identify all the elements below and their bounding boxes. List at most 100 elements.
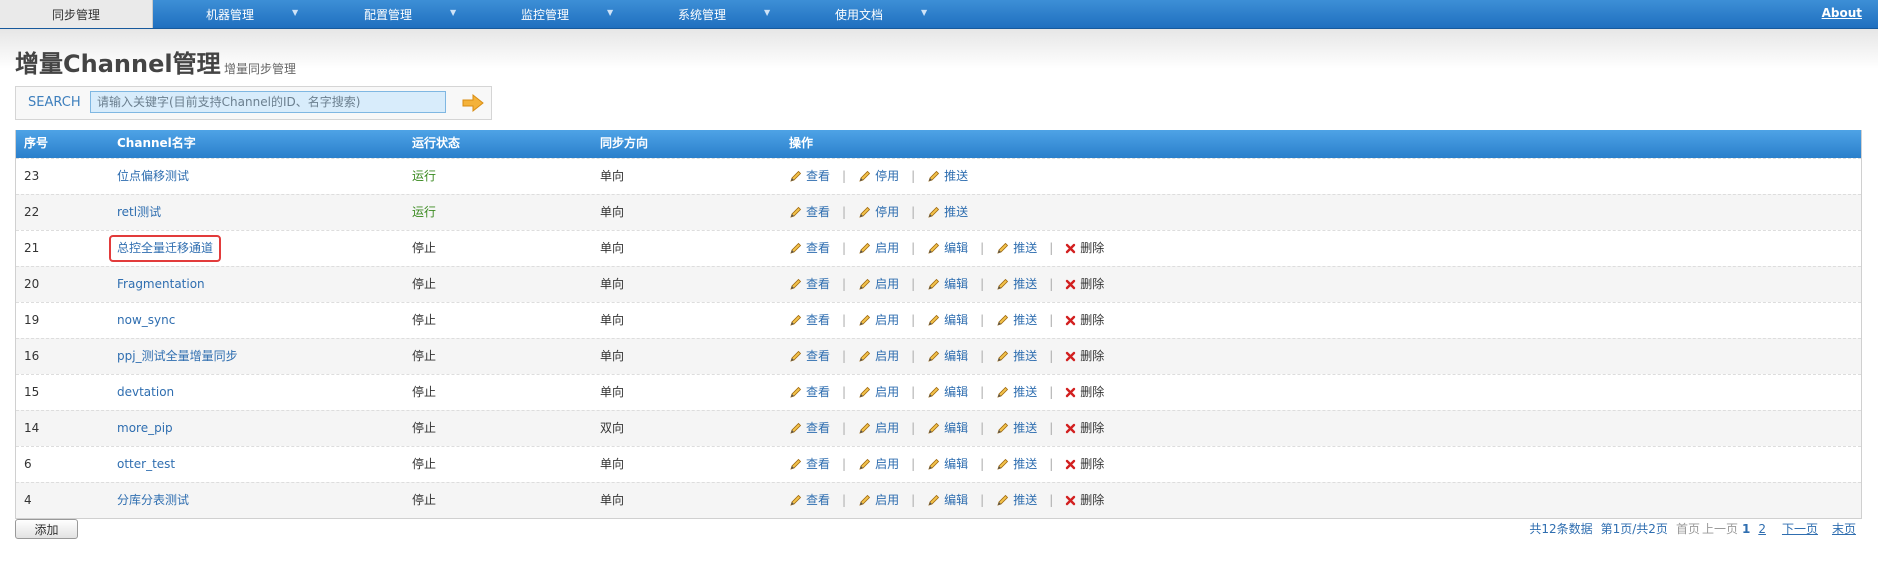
view-button[interactable]: 查看 <box>789 339 830 374</box>
edit-button[interactable]: 编辑 <box>927 231 968 266</box>
enable-label: 启用 <box>875 385 900 399</box>
channel-name-link[interactable]: 分库分表测试 <box>117 483 189 518</box>
edit-button[interactable]: 编辑 <box>927 447 968 482</box>
push-button[interactable]: 推送 <box>996 375 1037 410</box>
edit-button[interactable]: 编辑 <box>927 267 968 302</box>
view-button[interactable]: 查看 <box>789 231 830 266</box>
nav-tab-machine[interactable]: 机器管理 <box>168 0 292 28</box>
push-button[interactable]: 推送 <box>996 303 1037 338</box>
channel-name-link[interactable]: Fragmentation <box>117 267 205 302</box>
channel-name-link[interactable]: retl测试 <box>117 195 161 230</box>
disable-button[interactable]: 停用 <box>858 195 899 230</box>
enable-button[interactable]: 启用 <box>858 447 899 482</box>
channel-name-link[interactable]: 位点偏移测试 <box>117 159 189 194</box>
view-button[interactable]: 查看 <box>789 447 830 482</box>
pager-next[interactable]: 下一页 <box>1782 519 1818 539</box>
edit-pencil-icon <box>996 422 1013 435</box>
edit-label: 编辑 <box>944 385 969 399</box>
delete-button[interactable]: 删除 <box>1065 231 1104 266</box>
table-row: 4 分库分表测试 停止 单向 查看 | 启用 | 编辑 | 推送 | 删除 <box>16 482 1861 518</box>
nav-tab-sync[interactable]: 同步管理 <box>0 0 153 28</box>
enable-button[interactable]: 启用 <box>858 303 899 338</box>
edit-pencil-icon <box>789 170 806 183</box>
edit-button[interactable]: 编辑 <box>927 339 968 374</box>
view-button[interactable]: 查看 <box>789 159 830 194</box>
edit-button[interactable]: 编辑 <box>927 375 968 410</box>
table-row: 14 more_pip 停止 双向 查看 | 启用 | 编辑 | 推送 | 删除 <box>16 410 1861 446</box>
push-button[interactable]: 推送 <box>927 159 968 194</box>
edit-button[interactable]: 编辑 <box>927 411 968 446</box>
enable-button[interactable]: 启用 <box>858 339 899 374</box>
delete-button[interactable]: 删除 <box>1065 447 1104 482</box>
op-separator: | <box>1049 421 1054 435</box>
channel-name-link[interactable]: 总控全量迁移通道 <box>109 235 222 262</box>
edit-label: 编辑 <box>944 277 969 291</box>
view-button[interactable]: 查看 <box>789 483 830 518</box>
edit-pencil-icon <box>996 386 1013 399</box>
view-button[interactable]: 查看 <box>789 375 830 410</box>
channel-name-link[interactable]: devtation <box>117 375 174 410</box>
op-separator: | <box>842 313 847 327</box>
push-button[interactable]: 推送 <box>996 267 1037 302</box>
pager-page-2[interactable]: 2 <box>1758 519 1766 539</box>
enable-button[interactable]: 启用 <box>858 483 899 518</box>
push-button[interactable]: 推送 <box>996 483 1037 518</box>
nav-tab-monitor[interactable]: 监控管理 <box>483 0 607 28</box>
disable-button[interactable]: 停用 <box>858 159 899 194</box>
add-button[interactable]: 添加 <box>15 519 78 539</box>
channel-name-link[interactable]: otter_test <box>117 447 175 482</box>
cell-direction: 单向 <box>600 169 625 183</box>
enable-button[interactable]: 启用 <box>858 267 899 302</box>
channel-name-link[interactable]: now_sync <box>117 303 175 338</box>
push-button[interactable]: 推送 <box>996 339 1037 374</box>
op-separator: | <box>980 457 985 471</box>
enable-button[interactable]: 启用 <box>858 231 899 266</box>
edit-pencil-icon <box>858 206 875 219</box>
push-label: 推送 <box>1013 313 1038 327</box>
view-button[interactable]: 查看 <box>789 195 830 230</box>
delete-button[interactable]: 删除 <box>1065 339 1104 374</box>
delete-button[interactable]: 删除 <box>1065 267 1104 302</box>
enable-button[interactable]: 启用 <box>858 375 899 410</box>
delete-button[interactable]: 删除 <box>1065 483 1104 518</box>
push-label: 推送 <box>1013 385 1038 399</box>
edit-pencil-icon <box>858 170 875 183</box>
edit-button[interactable]: 编辑 <box>927 303 968 338</box>
view-label: 查看 <box>806 169 831 183</box>
nav-tab-config[interactable]: 配置管理 <box>326 0 450 28</box>
op-separator: | <box>980 493 985 507</box>
chevron-down-icon: ▼ <box>292 8 299 17</box>
edit-button[interactable]: 编辑 <box>927 483 968 518</box>
pagination: 共12条数据 第1页/共2页 首页 上一页 1 2 下一页 末页 <box>1521 519 1856 539</box>
nav-tab-docs[interactable]: 使用文档 <box>797 0 921 28</box>
delete-button[interactable]: 删除 <box>1065 411 1104 446</box>
view-button[interactable]: 查看 <box>789 303 830 338</box>
cell-status: 停止 <box>412 385 437 399</box>
view-label: 查看 <box>806 457 831 471</box>
edit-pencil-icon <box>927 350 944 363</box>
op-separator: | <box>1049 385 1054 399</box>
push-label: 推送 <box>1013 349 1038 363</box>
view-button[interactable]: 查看 <box>789 411 830 446</box>
push-button[interactable]: 推送 <box>996 447 1037 482</box>
chevron-down-icon: ▼ <box>607 8 614 17</box>
arrow-right-icon[interactable] <box>462 93 484 113</box>
channel-name-link[interactable]: ppj_测试全量增量同步 <box>117 339 238 374</box>
search-input[interactable] <box>90 91 446 113</box>
push-button[interactable]: 推送 <box>927 195 968 230</box>
nav-tab-system[interactable]: 系统管理 <box>640 0 764 28</box>
view-button[interactable]: 查看 <box>789 267 830 302</box>
cell-direction: 单向 <box>600 493 625 507</box>
view-label: 查看 <box>806 385 831 399</box>
enable-button[interactable]: 启用 <box>858 411 899 446</box>
channel-name-link[interactable]: more_pip <box>117 411 173 446</box>
about-link[interactable]: About <box>1822 0 1862 28</box>
delete-button[interactable]: 删除 <box>1065 375 1104 410</box>
push-button[interactable]: 推送 <box>996 231 1037 266</box>
op-separator: | <box>911 313 916 327</box>
delete-button[interactable]: 删除 <box>1065 303 1104 338</box>
op-separator: | <box>842 493 847 507</box>
pager-last[interactable]: 末页 <box>1832 519 1856 539</box>
push-button[interactable]: 推送 <box>996 411 1037 446</box>
delete-label: 删除 <box>1080 349 1105 363</box>
